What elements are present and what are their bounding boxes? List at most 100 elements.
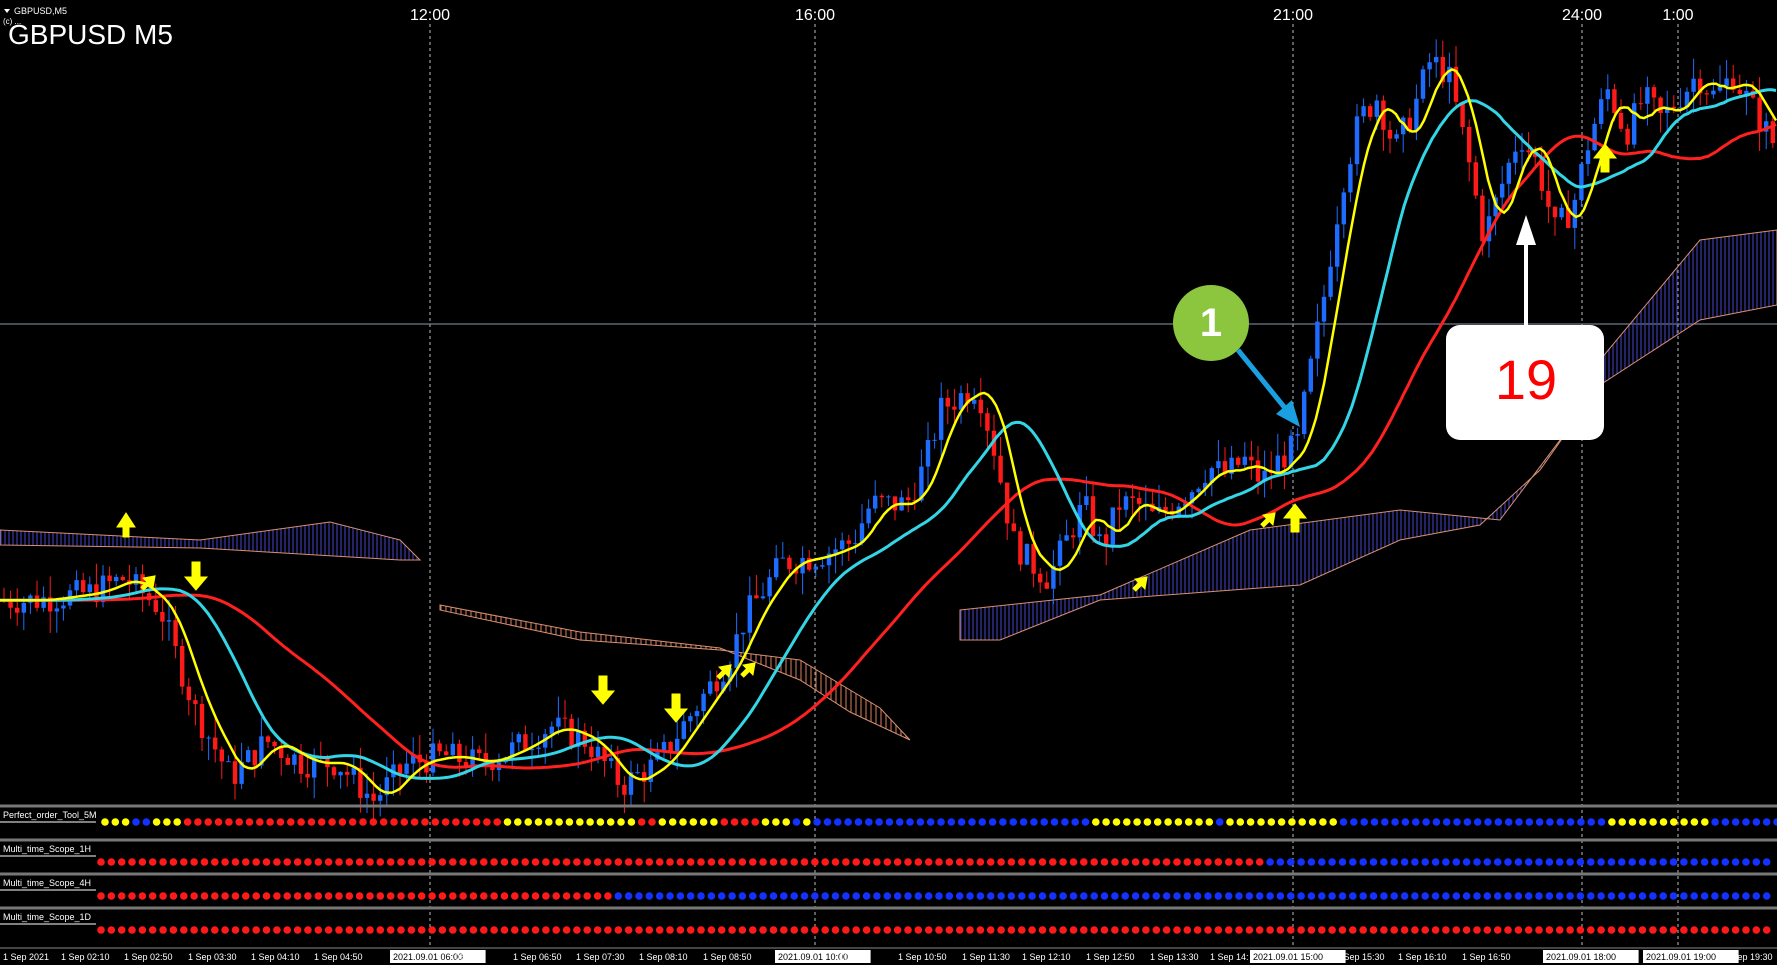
- indicator-dot: [262, 892, 271, 900]
- indicator-dot: [1431, 926, 1440, 934]
- indicator-dot: [893, 926, 902, 934]
- indicator-dot: [1628, 892, 1636, 900]
- candle-body: [972, 399, 977, 404]
- indicator-dot: [397, 858, 405, 866]
- indicator-dot: [555, 818, 563, 826]
- candle-body: [199, 703, 205, 739]
- indicator-dot: [1555, 926, 1564, 934]
- indicator-dot: [132, 818, 140, 826]
- indicator-dot: [1131, 926, 1140, 934]
- indicator-dot: [345, 926, 354, 934]
- candle-body: [1130, 496, 1135, 498]
- candle-body: [364, 793, 370, 798]
- candle-body: [54, 608, 59, 612]
- indicator-dot: [159, 926, 167, 934]
- indicator-dot: [800, 926, 809, 934]
- indicator-dot: [542, 892, 550, 900]
- indicator-dot: [169, 858, 178, 866]
- indicator-dot: [1700, 858, 1709, 866]
- indicator-dot: [1369, 926, 1378, 934]
- indicator-dot: [1359, 926, 1367, 934]
- candle-body: [840, 540, 845, 550]
- indicator-dot: [1266, 892, 1274, 900]
- indicator-dot: [1618, 892, 1626, 900]
- indicator-dot: [225, 818, 233, 826]
- indicator-dot: [1319, 818, 1327, 826]
- bottom-time-label: 1 Sep 10:50: [898, 952, 947, 962]
- indicator-dot: [1649, 926, 1657, 934]
- indicator-dot: [1257, 818, 1265, 826]
- indicator-dot: [190, 858, 198, 866]
- indicator-dot: [627, 818, 636, 826]
- bottom-time-label: 1 Sep 04:10: [251, 952, 300, 962]
- indicator-dot: [1061, 818, 1069, 826]
- indicator-dot: [490, 858, 498, 866]
- indicator-dot: [645, 892, 654, 900]
- indicator-dot: [252, 858, 260, 866]
- indicator-dot: [800, 858, 809, 866]
- indicator-dot: [469, 926, 478, 934]
- candle-body: [1618, 112, 1624, 129]
- indicator-dot: [1100, 926, 1109, 934]
- indicator-dot: [1038, 926, 1047, 934]
- indicator-dot: [635, 926, 643, 934]
- candle-body: [450, 743, 455, 756]
- indicator-dot: [1162, 926, 1171, 934]
- indicator-dot: [1462, 892, 1471, 900]
- candle-body: [1467, 127, 1472, 163]
- indicator-dot: [1297, 858, 1305, 866]
- indicator-dot: [163, 818, 171, 826]
- indicator-dot: [1504, 926, 1512, 934]
- candle-body: [1526, 150, 1531, 153]
- candle-body: [292, 754, 297, 765]
- indicator-dot: [741, 818, 749, 826]
- indicator-dot: [1173, 858, 1181, 866]
- indicator-dot: [1462, 858, 1471, 866]
- indicator-dot: [1092, 818, 1100, 826]
- indicator-dot: [1090, 858, 1098, 866]
- indicator-dot: [1111, 926, 1119, 934]
- indicator-dot: [255, 818, 264, 826]
- indicator-dot: [997, 858, 1005, 866]
- indicator-dot: [1255, 926, 1264, 934]
- candle-body: [1658, 97, 1663, 113]
- indicator-dot: [355, 892, 364, 900]
- indicator-dot: [221, 858, 229, 866]
- indicator-dot: [480, 926, 488, 934]
- indicator-dot: [1195, 818, 1203, 826]
- indicator-dot: [376, 892, 385, 900]
- indicator-dot: [472, 818, 481, 826]
- candle-body: [681, 721, 686, 739]
- candle-body: [1651, 87, 1657, 98]
- indicator-dot: [676, 858, 685, 866]
- candle-body: [1255, 460, 1261, 482]
- indicator-dot: [1607, 926, 1616, 934]
- candle-body: [437, 743, 442, 752]
- indicator-dot: [335, 926, 343, 934]
- candle-body: [1691, 78, 1696, 92]
- indicator-dot: [1193, 926, 1202, 934]
- indicator-dot: [366, 926, 374, 934]
- price-chart[interactable]: GBPUSD,M5 (c) ... GBPUSD M5 12:00 16:00 …: [0, 0, 1777, 965]
- bottom-time-label: 1 Sep 04:50: [314, 952, 363, 962]
- indicator-dot: [955, 926, 964, 934]
- indicator-dot: [1504, 892, 1512, 900]
- indicator-dot: [1762, 818, 1771, 826]
- candle-body: [609, 758, 614, 761]
- indicator-dot: [699, 818, 708, 826]
- indicator-dot: [211, 892, 219, 900]
- indicator-dot: [142, 818, 151, 826]
- indicator-dot: [1452, 926, 1461, 934]
- candle-body: [74, 580, 79, 591]
- indicator-dot: [1059, 858, 1067, 866]
- indicator-dot: [1731, 858, 1740, 866]
- indicator-dot: [242, 858, 250, 866]
- indicator-dot: [1690, 858, 1698, 866]
- indicator-dot: [1245, 892, 1254, 900]
- indicator-dot: [148, 892, 157, 900]
- candle-body: [688, 716, 693, 722]
- indicator-dot: [1742, 818, 1750, 826]
- indicator-dot: [1525, 818, 1534, 826]
- indicator-dot: [449, 892, 457, 900]
- indicator-dot: [355, 926, 364, 934]
